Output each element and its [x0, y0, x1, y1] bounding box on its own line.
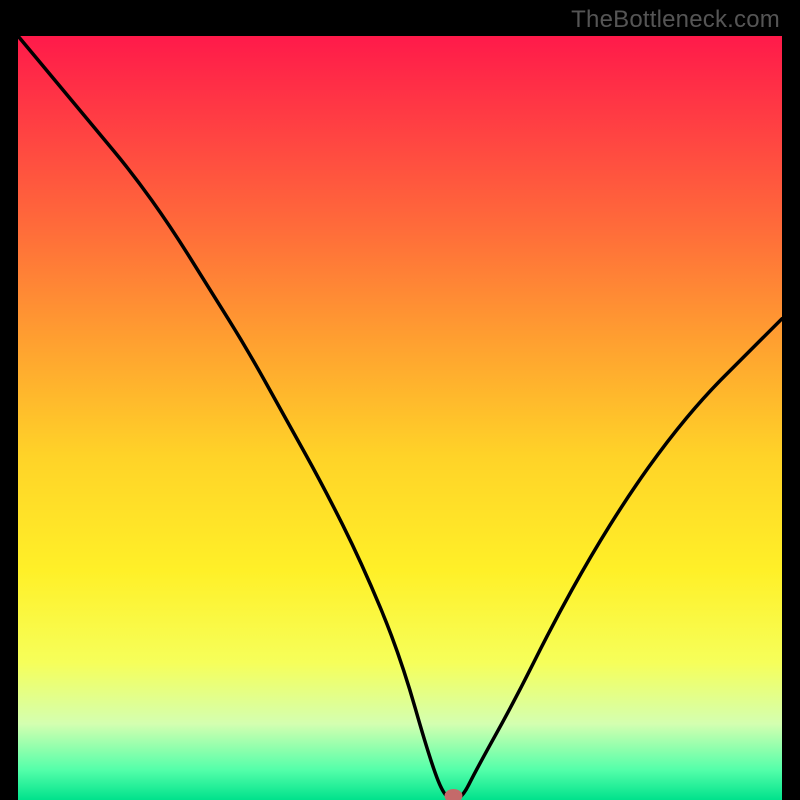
chart-frame: TheBottleneck.com — [0, 0, 800, 800]
plot-area — [18, 36, 782, 800]
chart-svg — [18, 36, 782, 800]
watermark-text: TheBottleneck.com — [571, 6, 780, 34]
gradient-background — [18, 36, 782, 800]
